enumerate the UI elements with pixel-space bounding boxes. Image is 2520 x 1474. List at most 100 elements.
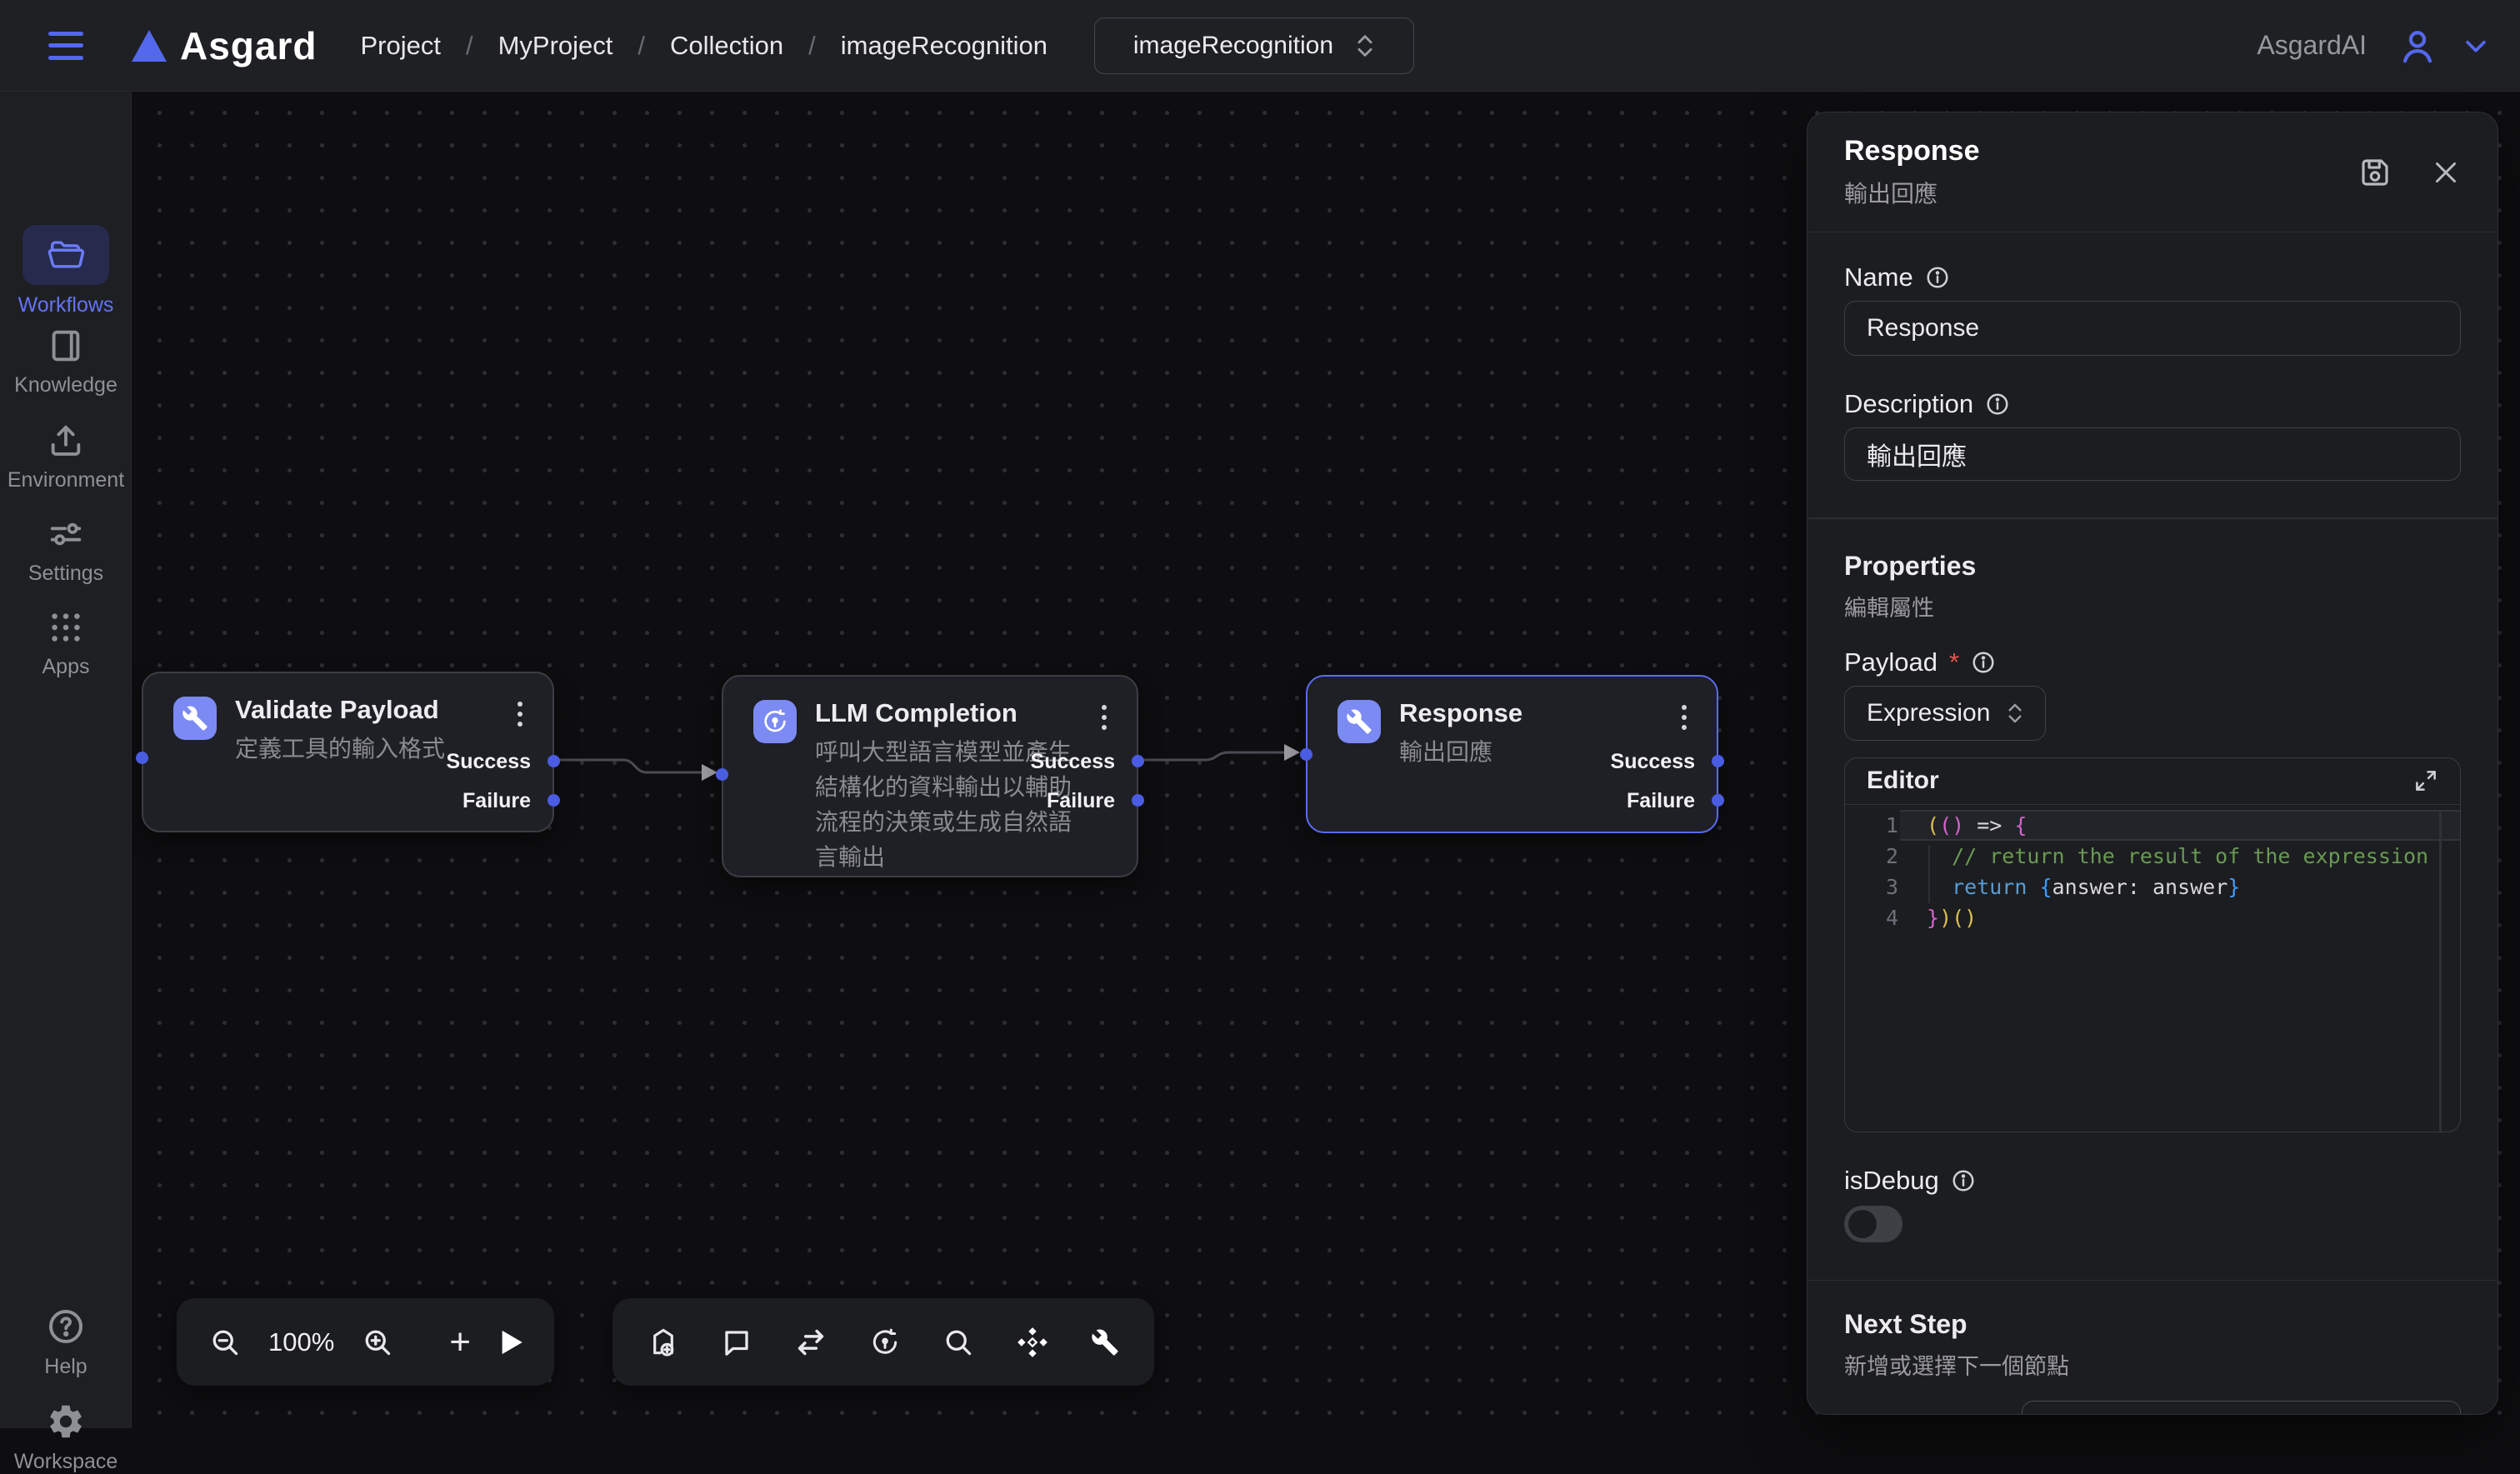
menu-icon[interactable] [48, 32, 83, 60]
port-label-success: Success [447, 750, 531, 774]
sidebar-label: Knowledge [14, 373, 118, 397]
kebab-menu-icon[interactable] [1682, 705, 1687, 730]
panel-header: Response 輸出回應 [1808, 112, 2498, 232]
output-port-failure[interactable] [1132, 794, 1144, 807]
wrench-tool-icon[interactable] [1091, 1328, 1119, 1357]
payload-type-value: Expression [1867, 699, 1990, 727]
output-port-failure[interactable] [548, 794, 560, 807]
line-number: 2 [1845, 844, 1898, 868]
breadcrumb-item-project[interactable]: Project [360, 31, 440, 61]
navbar-right: AsgardAI [2257, 27, 2490, 65]
line-number: 4 [1845, 906, 1898, 930]
wire-arrowhead [702, 764, 718, 781]
code-line: // return the result of the expression [1900, 841, 2460, 872]
sidebar-item-workflows[interactable]: Workflows [0, 225, 132, 317]
sidebar-item-knowledge[interactable]: Knowledge [0, 327, 132, 397]
brand-name: Asgard [180, 23, 317, 68]
add-target-node-button[interactable]: + 新增目標節點 [2022, 1401, 2461, 1415]
port-label-success: Success [1611, 750, 1695, 774]
node-subtitle: 輸出回應 [1399, 735, 1492, 770]
run-icon[interactable] [499, 1328, 524, 1357]
sidebar-label: Workspace [14, 1450, 118, 1474]
payload-label: Payload [1844, 647, 1938, 677]
breadcrumb-separator: / [808, 31, 816, 61]
editor-title: Editor [1867, 767, 1939, 795]
wrench-icon [173, 697, 217, 740]
zoom-toolbar: 100% + [177, 1298, 554, 1386]
output-port-success[interactable] [548, 755, 560, 767]
node-response[interactable]: Response 輸出回應 Success Failure [1306, 675, 1718, 833]
next-step-subtitle: 新增或選擇下一個節點 [1844, 1348, 2461, 1381]
breadcrumb-separator: / [638, 31, 645, 61]
node-validate-payload[interactable]: Validate Payload 定義工具的輸入格式 Success Failu… [142, 672, 554, 832]
name-label: Name [1844, 262, 1913, 292]
sidebar-label: Apps [42, 655, 90, 679]
input-port[interactable] [1300, 748, 1312, 761]
workflow-select[interactable]: imageRecognition [1094, 17, 1414, 74]
port-label-failure: Failure [462, 789, 531, 813]
add-node-icon[interactable] [648, 1327, 679, 1358]
llm-icon [753, 700, 797, 743]
book-icon [47, 327, 85, 365]
input-port[interactable] [136, 752, 148, 764]
line-number: 3 [1845, 875, 1898, 899]
folder-icon [47, 236, 85, 274]
expression-editor: Editor 1 (() => { 2 // return the result… [1844, 757, 2461, 1132]
indent-guide [1928, 845, 1930, 903]
sliders-icon [47, 515, 85, 553]
isdebug-toggle[interactable] [1844, 1206, 1902, 1242]
kebab-menu-icon[interactable] [1102, 705, 1107, 730]
logo-triangle-icon [132, 30, 167, 62]
code-line: (() => { [1900, 810, 2460, 841]
search-icon[interactable] [943, 1327, 973, 1357]
output-port-success[interactable] [1712, 755, 1724, 767]
line-number: 1 [1845, 813, 1898, 837]
breadcrumb-item-workflow[interactable]: imageRecognition [841, 31, 1048, 61]
swap-arrows-icon[interactable] [795, 1327, 827, 1358]
llm-tool-icon[interactable] [869, 1327, 901, 1358]
expand-icon[interactable] [2413, 768, 2438, 793]
description-label: Description [1844, 389, 1973, 419]
output-port-success[interactable] [1132, 755, 1144, 767]
zoom-in-icon[interactable] [362, 1327, 392, 1357]
breadcrumb-item-myproject[interactable]: MyProject [498, 31, 613, 61]
sidebar: Workflows Knowledge Environment Settings… [0, 92, 132, 1428]
sidebar-item-apps[interactable]: Apps [0, 608, 132, 679]
breadcrumb-separator: / [466, 31, 473, 61]
breadcrumb-item-collection[interactable]: Collection [670, 31, 783, 61]
code-line: })() [1900, 902, 2460, 933]
description-input[interactable] [1844, 427, 2461, 481]
panel-title: Response [1844, 135, 1980, 167]
workflow-select-value: imageRecognition [1133, 32, 1333, 60]
zoom-out-icon[interactable] [210, 1327, 240, 1357]
sidebar-item-settings[interactable]: Settings [0, 515, 132, 586]
node-llm-completion[interactable]: LLM Completion 呼叫大型語言模型並產生結構化的資料輸出以輔助流程的… [722, 675, 1138, 877]
isdebug-label: isDebug [1844, 1166, 1939, 1196]
output-port-failure[interactable] [1712, 794, 1724, 807]
code-area[interactable]: 1 (() => { 2 // return the result of the… [1845, 805, 2460, 933]
updown-chevron-icon [1355, 32, 1375, 60]
user-avatar-icon[interactable] [2398, 27, 2437, 65]
input-port[interactable] [716, 768, 728, 781]
add-icon[interactable]: + [449, 1324, 471, 1361]
required-mark: * [1949, 647, 1959, 677]
navbar: Asgard Project / MyProject / Collection … [0, 0, 2520, 92]
sidebar-item-environment[interactable]: Environment [0, 422, 132, 492]
kebab-menu-icon[interactable] [518, 702, 522, 727]
payload-type-select[interactable]: Expression [1844, 686, 2046, 741]
grid-dots-icon [47, 608, 85, 647]
chevron-down-icon[interactable] [2462, 32, 2490, 60]
next-step-title: Next Step [1844, 1309, 2461, 1340]
panel-subtitle: 輸出回應 [1844, 176, 1980, 209]
name-input[interactable] [1844, 301, 2461, 356]
breadcrumb: Project / MyProject / Collection / image… [360, 31, 1047, 61]
brand-logo[interactable]: Asgard [132, 23, 317, 68]
save-icon[interactable] [2358, 155, 2392, 190]
comment-icon[interactable] [722, 1327, 752, 1357]
move-diamonds-icon[interactable] [1017, 1327, 1048, 1358]
sidebar-item-workspace[interactable]: Workspace [0, 1402, 132, 1474]
editor-scrollbar[interactable] [2439, 812, 2442, 1132]
help-circle-icon [46, 1307, 86, 1347]
close-icon[interactable] [2431, 157, 2461, 187]
sidebar-item-help[interactable]: Help [0, 1307, 132, 1379]
